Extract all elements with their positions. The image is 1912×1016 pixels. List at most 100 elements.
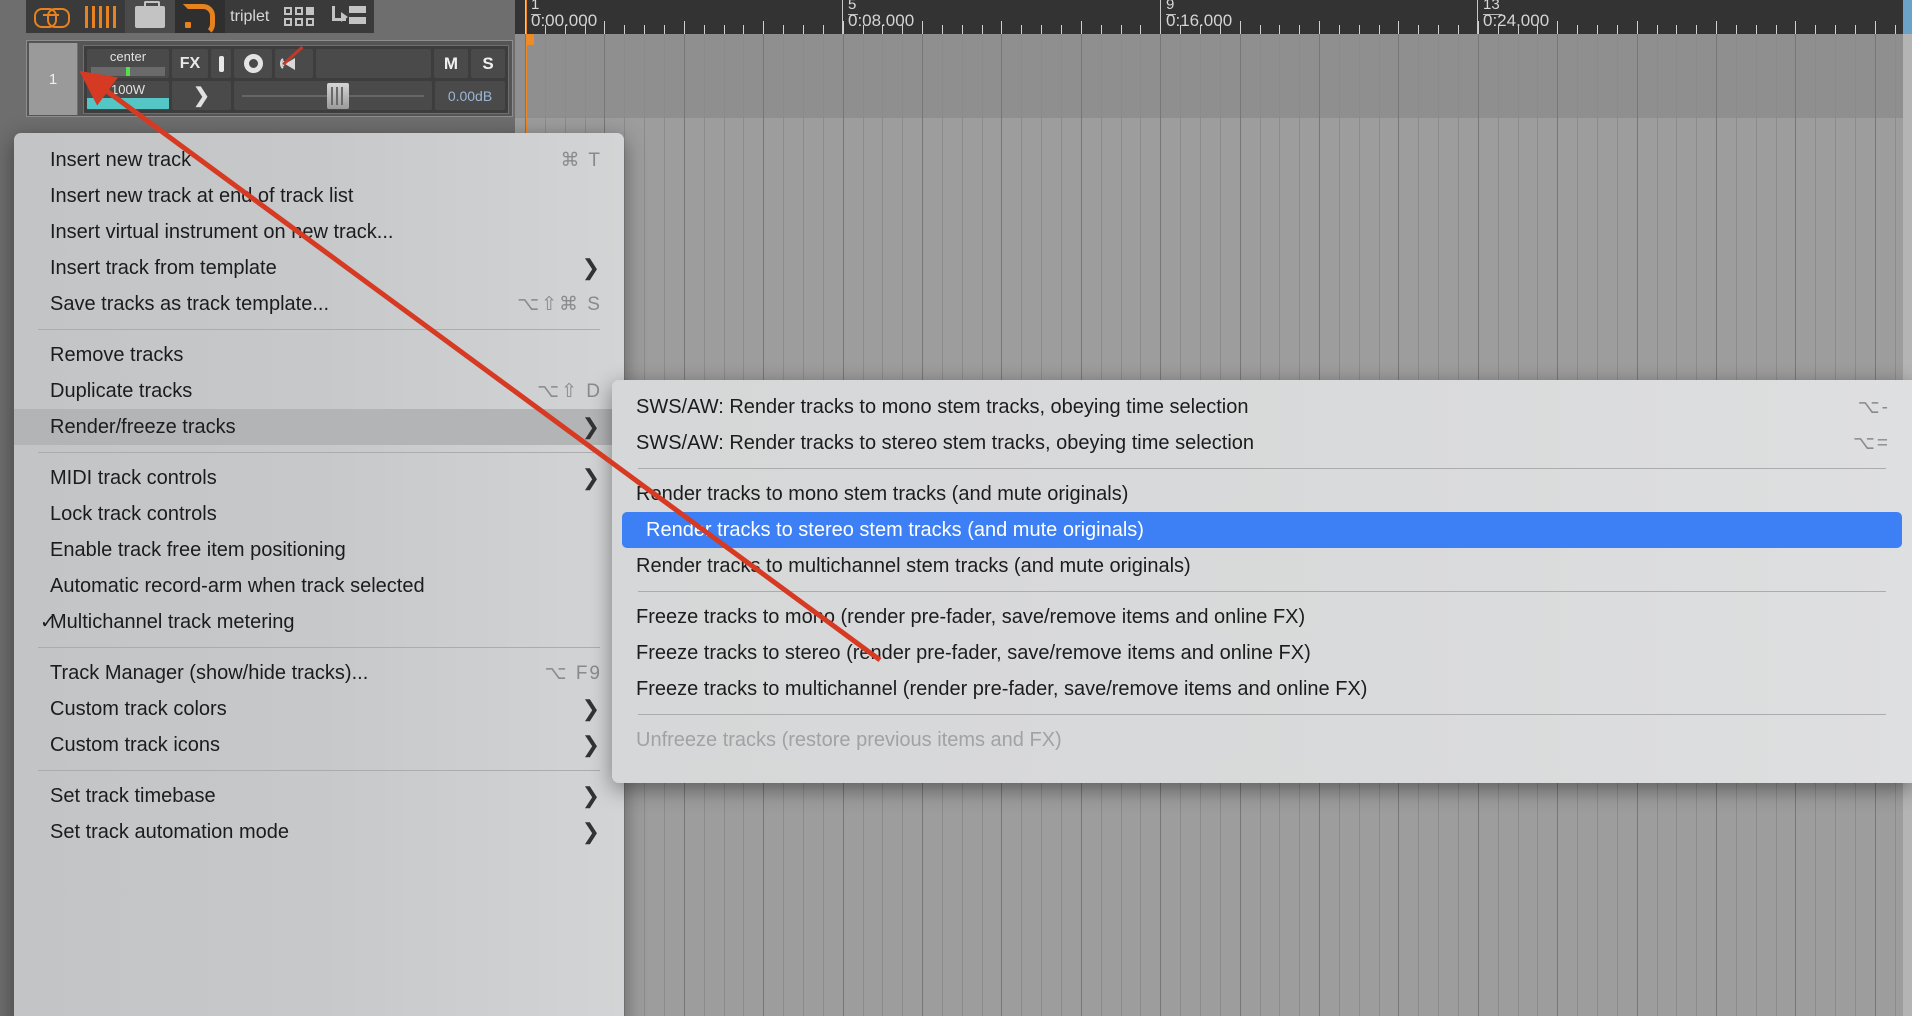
menu-item[interactable]: Render tracks to mono stem tracks (and m… [612,476,1912,512]
ruler-tick [1180,25,1182,34]
menu-item[interactable]: Freeze tracks to multichannel (render pr… [612,671,1912,707]
menu-item[interactable]: Insert virtual instrument on new track..… [14,214,624,250]
track-context-menu[interactable]: Insert new track ⌘ T Insert new track at e… [14,133,624,1016]
solo-button[interactable]: S [471,49,505,78]
pan-slider-knob[interactable] [126,67,130,76]
ruler-tick [1477,21,1479,34]
menu-item[interactable]: Remove tracks [14,337,624,373]
scrollbar-top-marker[interactable] [1903,0,1912,34]
ruler-tick [564,25,566,34]
grid-squares-icon-button[interactable] [274,0,325,33]
monitor-button[interactable] [275,45,313,78]
triplet-button[interactable]: triplet [224,0,275,33]
fx-button[interactable]: FX [172,49,208,78]
arrow-to-stack-icon-button[interactable] [324,0,375,33]
ruler-tick [1120,25,1122,34]
menu-item[interactable]: Insert new track at end of track list [14,178,624,214]
menu-item[interactable]: Lock track controls [14,496,624,532]
ruler-tick [1279,25,1281,34]
menu-item[interactable]: Set track timebase ❯ [14,778,624,814]
menu-item[interactable]: Custom track icons ❯ [14,727,624,763]
ruler-tick [703,25,705,34]
menu-item-label: Freeze tracks to stereo (render pre-fade… [636,641,1311,664]
menu-item[interactable]: Set track automation mode ❯ [14,814,624,850]
menu-item[interactable]: Automatic record-arm when track selected [14,568,624,604]
menu-item-label: Render tracks to stereo stem tracks (and… [646,518,1144,541]
menu-item-label: Unfreeze tracks (restore previous items … [636,728,1062,751]
ruler-tick [683,21,685,34]
triplet-label: triplet [230,7,270,25]
menu-item-shortcut: ⌥⇧⌘ S [517,293,602,315]
menu-item-label: SWS/AW: Render tracks to mono stem track… [636,395,1249,418]
track-name-input[interactable] [316,49,431,78]
menu-item-label: Set track automation mode [50,820,290,843]
menu-item[interactable]: Freeze tracks to mono (render pre-fader,… [612,599,1912,635]
menu-item-label: Freeze tracks to multichannel (render pr… [636,677,1368,700]
ruler-tick [1319,21,1320,34]
menu-item-label: Save tracks as track template... [50,292,329,315]
render-freeze-tracks-submenu[interactable]: SWS/AW: Render tracks to mono stem track… [612,380,1912,783]
grid-lines-icon-button[interactable] [75,0,126,33]
ruler-tick [1239,21,1241,34]
ruler-tick [1338,25,1340,34]
media-item-icon-button[interactable] [125,0,176,33]
menu-item[interactable]: MIDI track controls ❯ [14,460,624,496]
menu-item[interactable]: SWS/AW: Render tracks to stereo stem tra… [612,425,1912,461]
media-item-icon [135,0,166,28]
menu-item-label: Freeze tracks to mono (render pre-fader,… [636,605,1306,628]
track-controls-row-1: center FX M S [87,45,505,78]
routing-io-button[interactable] [211,49,231,78]
track-controls: center FX M S 100W ❯ 0.00dB [83,45,509,114]
ruler-tick [902,25,904,34]
menu-item[interactable]: Duplicate tracks ⌥⇧ D [14,373,624,409]
ruler-tick [604,21,606,34]
menu-item[interactable]: Track Manager (show/hide tracks)... ⌥ F9 [14,655,624,691]
record-arm-button[interactable] [234,49,272,78]
pan-control[interactable]: center [87,49,169,78]
envelope-expand-button[interactable]: ❯ [172,81,231,110]
link-icon-button[interactable] [26,0,76,33]
menu-item-shortcut: ⌘ T [560,149,602,171]
menu-item[interactable]: ✓ Multichannel track metering [14,604,624,640]
ruler-tick [981,25,983,34]
loop-icon-button[interactable] [175,0,225,36]
track-1-lane[interactable] [515,34,1912,118]
fader-knob[interactable] [327,83,350,109]
menu-item[interactable]: Insert track from template ❯ [14,250,624,286]
ruler-tick [1855,25,1856,34]
ruler-tick [802,25,804,34]
menu-item[interactable]: Render tracks to multichannel stem track… [612,548,1912,584]
menu-separator [38,647,600,648]
volume-readout[interactable]: 0.00dB [435,81,505,110]
menu-item-label: Remove tracks [50,343,184,366]
menu-item[interactable]: Render/freeze tracks ❯ [14,409,624,445]
menu-item-label: Automatic record-arm when track selected [50,574,425,597]
record-mode-control[interactable]: 100W [87,81,169,110]
main-toolbar: triplet [26,0,375,36]
ruler-tick [664,25,665,34]
ruler-tick [961,25,963,34]
menu-item[interactable]: Save tracks as track template... ⌥⇧⌘ S [14,286,624,322]
menu-item-label: Custom track icons [50,733,221,756]
menu-item[interactable]: Render tracks to stereo stem tracks (and… [622,512,1902,548]
mute-button[interactable]: M [434,49,468,78]
ruler-tick [1041,25,1043,34]
menu-separator [38,329,600,330]
menu-item-label: SWS/AW: Render tracks to stereo stem tra… [636,431,1255,454]
track-control-panel: 1 center FX M S 100W ❯ 0.00dB [26,40,513,117]
ruler-tick [1596,25,1598,34]
menu-item[interactable]: Freeze tracks to stereo (render pre-fade… [612,635,1912,671]
menu-item[interactable]: SWS/AW: Render tracks to mono stem track… [612,389,1912,425]
pan-slider[interactable] [91,67,165,76]
record-mode-bar [87,98,169,109]
menu-item[interactable]: Custom track colors ❯ [14,691,624,727]
menu-item[interactable]: Enable track free item positioning [14,532,624,568]
record-icon [243,54,263,73]
menu-item-label: Set track timebase [50,784,216,807]
track-number[interactable]: 1 [29,43,78,115]
menu-item-label: Enable track free item positioning [50,538,346,561]
menu-item[interactable]: Insert new track ⌘ T [14,142,624,178]
volume-fader[interactable] [234,81,432,110]
play-cursor-flag [525,34,534,45]
arrow-to-stack-icon [332,5,367,29]
